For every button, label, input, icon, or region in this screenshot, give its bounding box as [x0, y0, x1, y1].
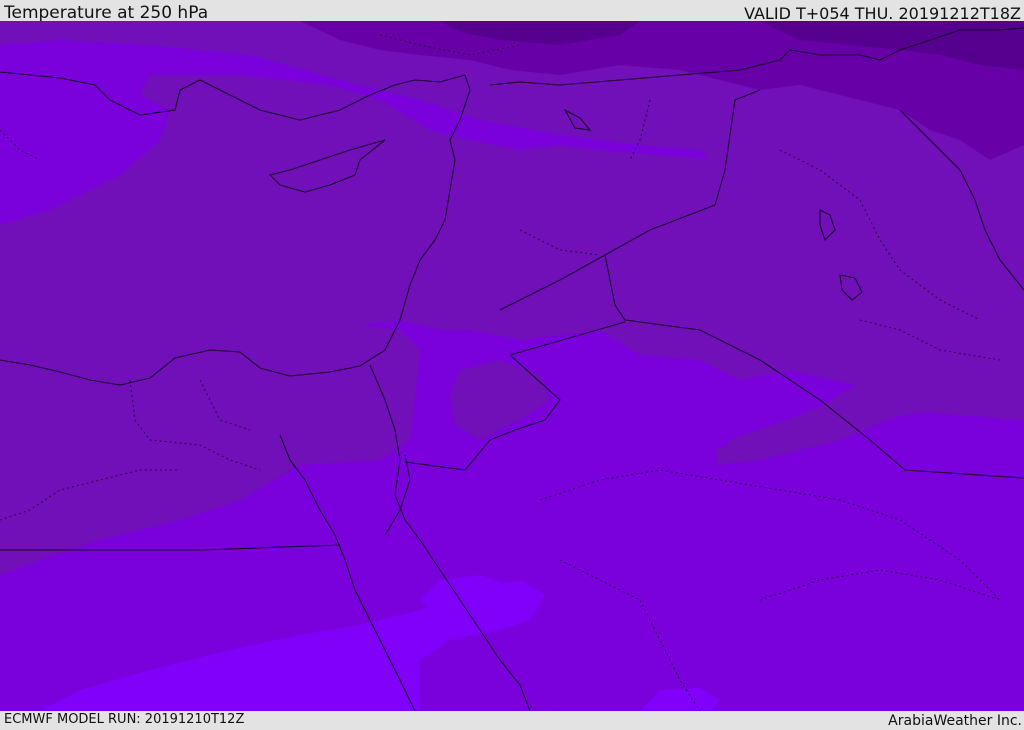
model-run-label: ECMWF MODEL RUN: 20191210T12Z: [4, 712, 245, 727]
map-title: Temperature at 250 hPa: [4, 3, 209, 23]
footer-bar: ECMWF MODEL RUN: 20191210T12Z ArabiaWeat…: [0, 711, 1024, 729]
header-bar: Temperature at 250 hPa VALID T+054 THU. …: [0, 0, 1024, 23]
temperature-map[interactable]: [0, 21, 1024, 711]
credit-label: ArabiaWeather Inc.: [888, 713, 1022, 729]
map-canvas: [0, 21, 1024, 711]
